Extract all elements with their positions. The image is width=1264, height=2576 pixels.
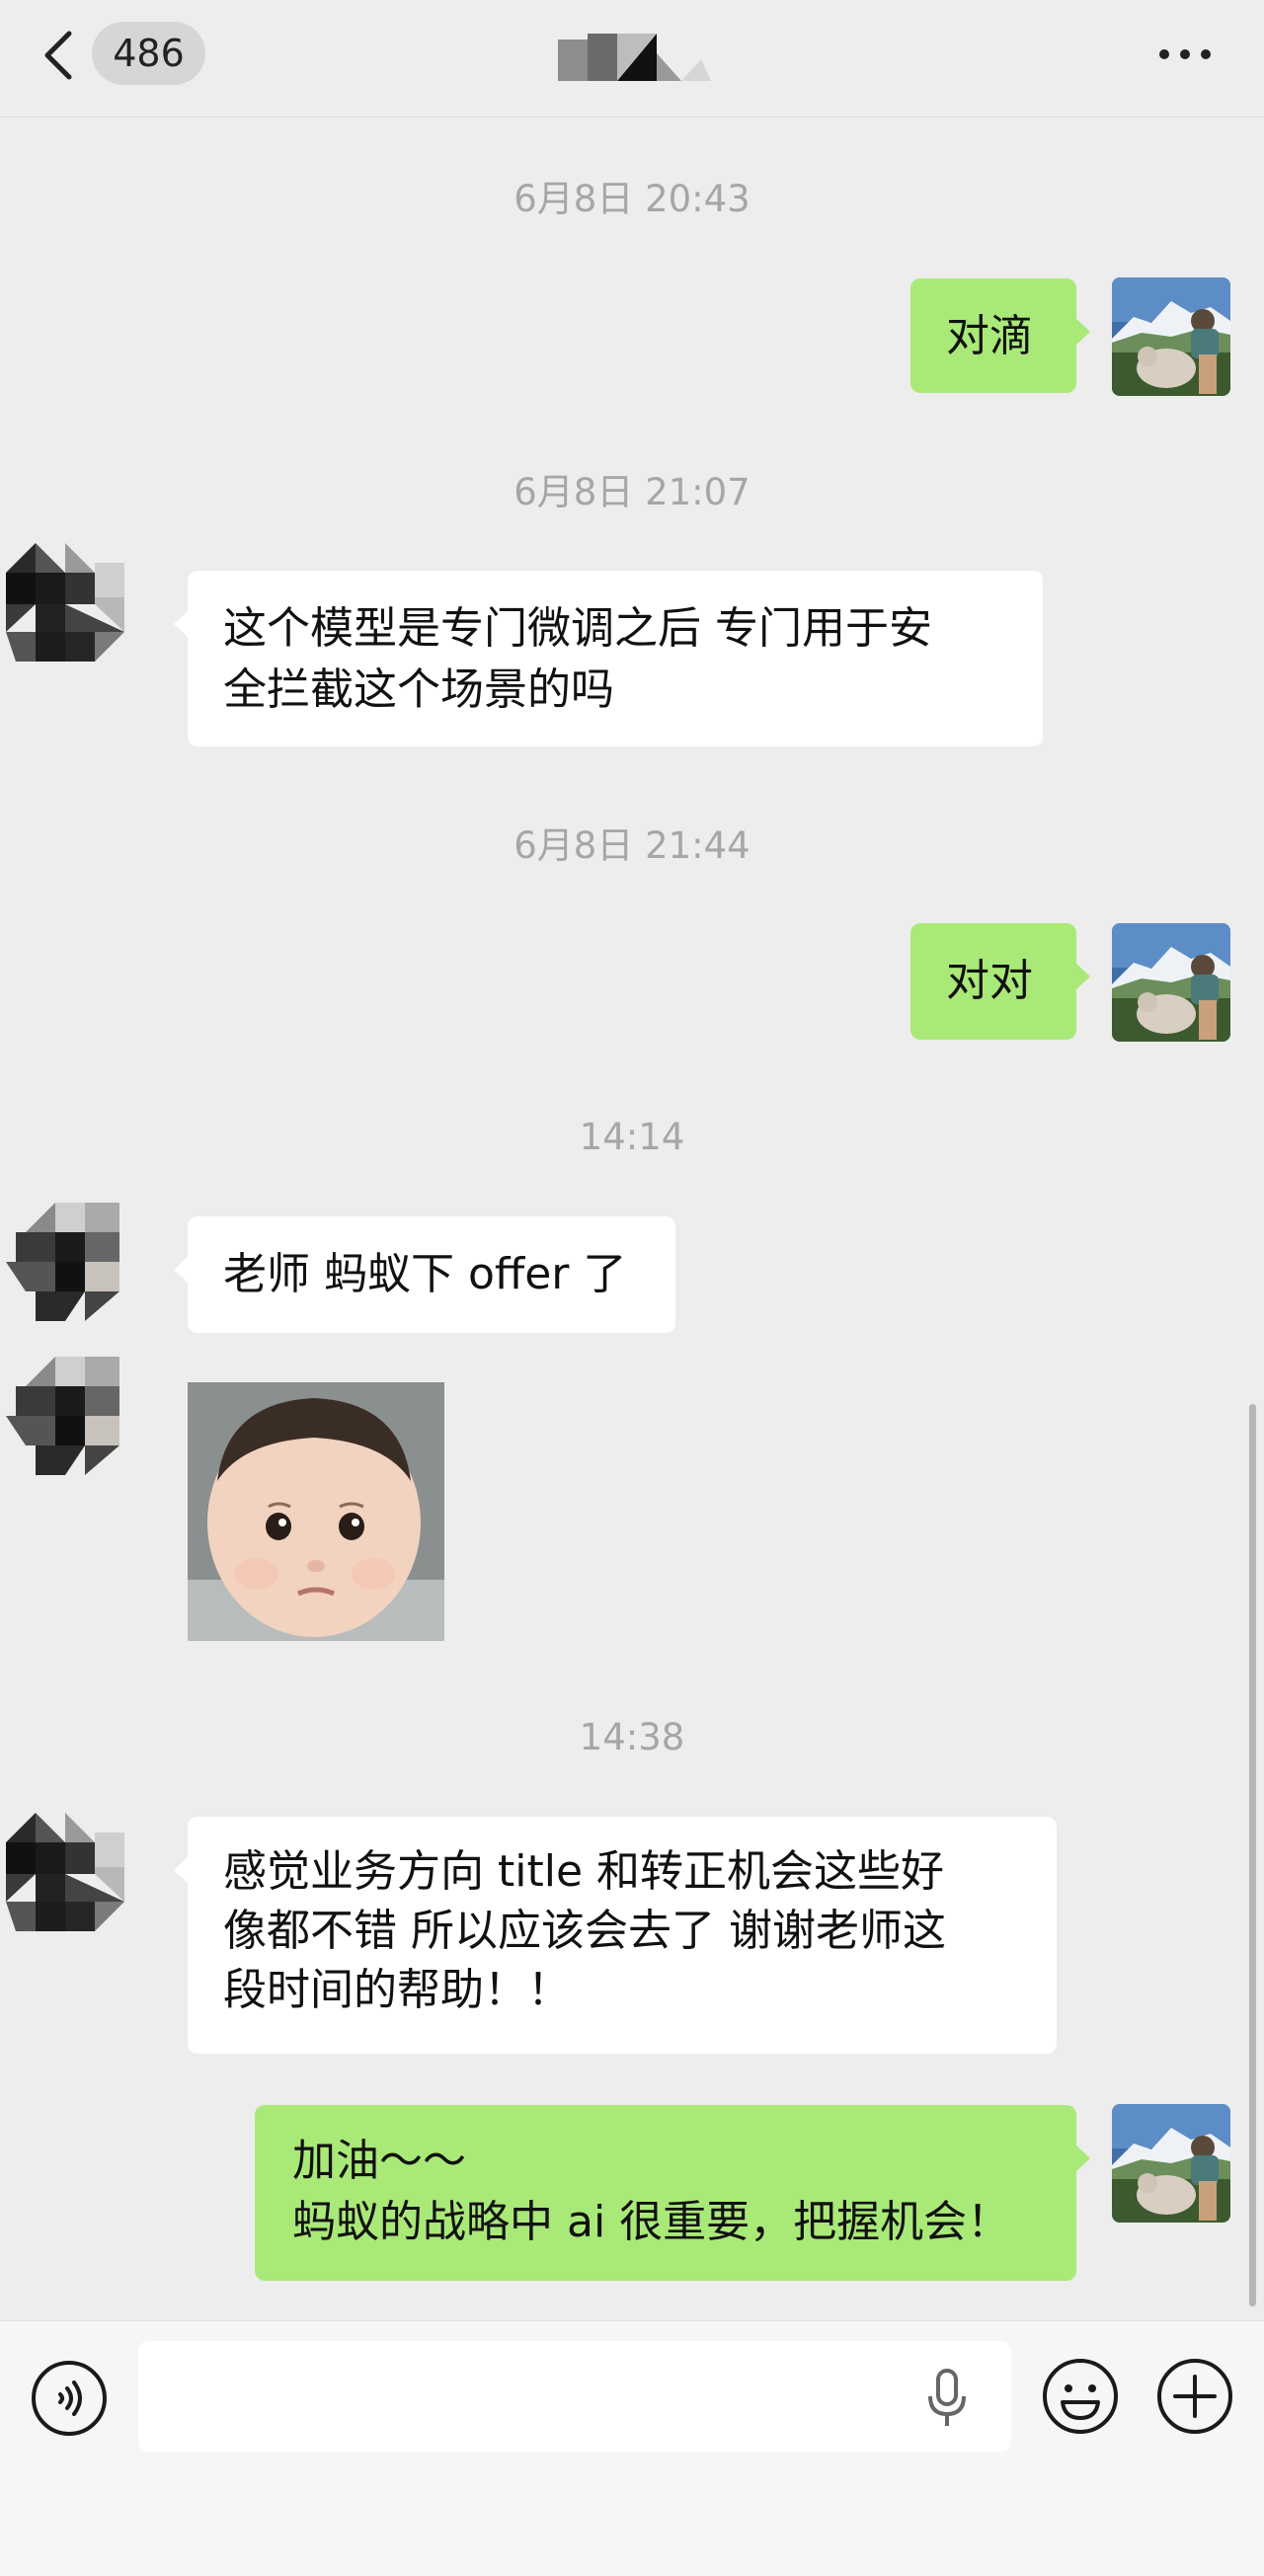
contact-avatar-redacted[interactable]: [6, 1357, 124, 1475]
message-timestamp: 6月8日 21:07: [514, 471, 750, 513]
self-avatar[interactable]: [1112, 2104, 1230, 2223]
contact-avatar-redacted[interactable]: [6, 1203, 124, 1321]
chat-header: 486: [0, 0, 1264, 117]
self-avatar[interactable]: [1112, 923, 1230, 1042]
incoming-message[interactable]: 老师 蚂蚁下 offer 了: [174, 1216, 675, 1333]
ellipsis-icon[interactable]: [1155, 39, 1215, 69]
unread-count-badge[interactable]: 486: [92, 22, 205, 85]
emoji-icon[interactable]: [1041, 2357, 1120, 2436]
outgoing-message[interactable]: 加油～～ 蚂蚁的战略中 ai 很重要，把握机会！: [255, 2105, 1090, 2281]
incoming-message[interactable]: 感觉业务方向 title 和转正机会这些好 像都不错 所以应该会去了 谢谢老师这…: [174, 1817, 1057, 2054]
outgoing-message[interactable]: 对对: [910, 923, 1090, 1040]
message-timestamp: 6月8日 21:44: [514, 824, 750, 867]
contact-avatar-redacted[interactable]: [6, 543, 124, 662]
baby-face-sticker[interactable]: [188, 1382, 444, 1641]
chevron-left-icon[interactable]: [40, 28, 79, 83]
outgoing-message[interactable]: 对滴: [910, 278, 1090, 393]
microphone-icon[interactable]: [922, 2367, 972, 2430]
message-timestamp: 14:14: [579, 1116, 685, 1158]
message-input[interactable]: [138, 2341, 1011, 2452]
chat-input-bar: [0, 2320, 1264, 2576]
self-avatar[interactable]: [1112, 277, 1230, 396]
voice-mode-icon[interactable]: [30, 2359, 109, 2438]
contact-avatar-redacted[interactable]: [6, 1813, 124, 1931]
message-timestamp: 6月8日 20:43: [514, 178, 750, 220]
message-timestamp: 14:38: [579, 1716, 685, 1758]
plus-icon[interactable]: [1155, 2357, 1234, 2436]
scrollbar-thumb[interactable]: [1249, 1404, 1256, 2306]
incoming-message[interactable]: 这个模型是专门微调之后 专门用于安 全拦截这个场景的吗: [174, 571, 1043, 746]
chat-title-redacted: [558, 34, 711, 81]
